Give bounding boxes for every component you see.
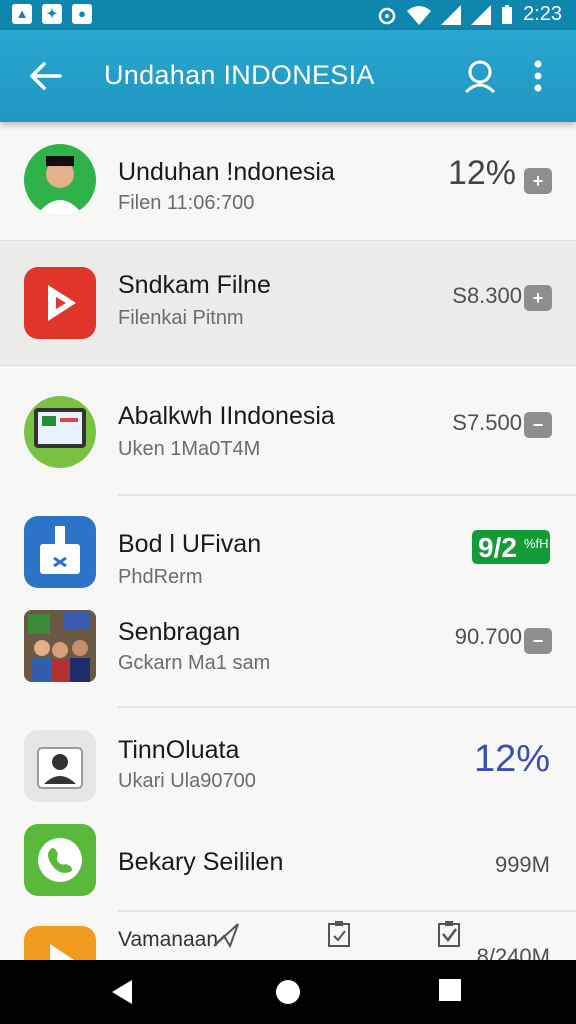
alarm-icon xyxy=(378,7,396,24)
signal-2-icon xyxy=(471,4,492,25)
avatar xyxy=(24,144,96,216)
item-value: S7.500 xyxy=(452,410,522,435)
item-name: Unduhan !ndonesia xyxy=(118,158,335,186)
send-icon[interactable] xyxy=(212,922,240,948)
item-subtitle: PhdRerm xyxy=(118,566,203,588)
checklist-icon[interactable] xyxy=(436,920,462,948)
tablet-app-icon xyxy=(24,396,96,468)
circle-home-icon[interactable] xyxy=(274,978,302,1006)
phone-app-icon xyxy=(24,824,96,896)
item-subtitle: Ukari Ula90700 xyxy=(118,770,256,792)
item-name: Senbragan xyxy=(118,618,241,646)
item-subtitle: Uken 1Ma0T4M xyxy=(118,438,261,460)
item-subtitle: Gckarn Ma1 sam xyxy=(118,652,271,674)
tools-notification-icon: ✦ xyxy=(42,4,62,24)
item-subtitle: Filenkai Pitnm xyxy=(118,307,244,329)
back-arrow-icon[interactable] xyxy=(26,56,66,96)
wifi-icon xyxy=(407,5,432,25)
item-value: S8.300 xyxy=(452,283,522,308)
item-name: Bod l UFivan xyxy=(118,530,262,558)
more-vert-icon[interactable] xyxy=(526,58,550,94)
status-time: 2:23 xyxy=(523,3,562,25)
app-notification-icon: ● xyxy=(72,4,92,24)
play-app-icon xyxy=(24,926,96,960)
item-name: TinnOluata xyxy=(118,736,240,764)
system-icons: 2:23 xyxy=(377,3,562,26)
triangle-back-icon[interactable] xyxy=(110,978,134,1006)
system-nav-bar xyxy=(0,960,576,1024)
square-recents-icon[interactable] xyxy=(438,978,462,1002)
green-value-badge: 9/2 %fH xyxy=(472,530,550,564)
item-value: 90.700 xyxy=(454,624,522,649)
minus-badge[interactable]: − xyxy=(524,412,552,438)
item-value: 9/2 xyxy=(478,532,517,563)
item-name: Abalkwh IIndonesia xyxy=(118,402,335,430)
video-app-icon xyxy=(24,267,96,339)
signal-icon xyxy=(441,4,462,25)
clipboard-icon[interactable] xyxy=(326,920,352,948)
item-value: 12% xyxy=(447,154,516,192)
item-value: 999M xyxy=(494,852,550,877)
app-list: Unduhan !ndonesia Filen 11:06:700 12% + … xyxy=(0,122,576,960)
item-subtitle: Filen 11:06:700 xyxy=(118,192,255,214)
list-item[interactable]: Senbragan Gckarn Ma1 sam 90.700 − xyxy=(0,600,576,704)
notification-icons: ▲ ✦ ● xyxy=(12,4,92,24)
gallery-notification-icon: ▲ xyxy=(12,4,32,24)
item-value-suffix: %fH xyxy=(524,536,549,551)
status-bar: ▲ ✦ ● 2:23 xyxy=(0,0,576,30)
battery-icon xyxy=(502,4,513,24)
item-name: Sndkam Filne xyxy=(118,271,271,299)
list-item[interactable]: TinnOluata Ukari Ula90700 12% xyxy=(0,708,576,818)
add-badge[interactable]: + xyxy=(524,168,552,194)
search-icon[interactable] xyxy=(462,58,498,94)
list-item[interactable]: Sndkam Filne Filenkai Pitnm S8.300 + xyxy=(0,240,576,366)
list-item[interactable]: Abalkwh IIndonesia Uken 1Ma0T4M S7.500 − xyxy=(0,366,576,494)
item-value: 8/240M xyxy=(476,944,550,960)
list-item[interactable]: Bod l UFivan PhdRerm 9/2 %fH xyxy=(0,496,576,600)
item-value: 12% xyxy=(473,738,550,780)
download-app-icon xyxy=(24,516,96,588)
list-item[interactable]: Bekary Seililen 999M xyxy=(0,818,576,910)
item-name: Vamanaan xyxy=(118,928,219,951)
list-item[interactable]: Unduhan !ndonesia Filen 11:06:700 12% + xyxy=(0,122,576,240)
photo-thumbnail xyxy=(24,610,96,682)
app-bar: Undahan INDONESIA xyxy=(0,30,576,122)
minus-badge[interactable]: − xyxy=(524,628,552,654)
list-item[interactable]: Vamanaan 8/240M xyxy=(0,912,576,960)
contact-app-icon xyxy=(24,730,96,802)
add-badge[interactable]: + xyxy=(524,285,552,311)
page-title: Undahan INDONESIA xyxy=(104,60,375,90)
item-name: Bekary Seililen xyxy=(118,848,284,876)
